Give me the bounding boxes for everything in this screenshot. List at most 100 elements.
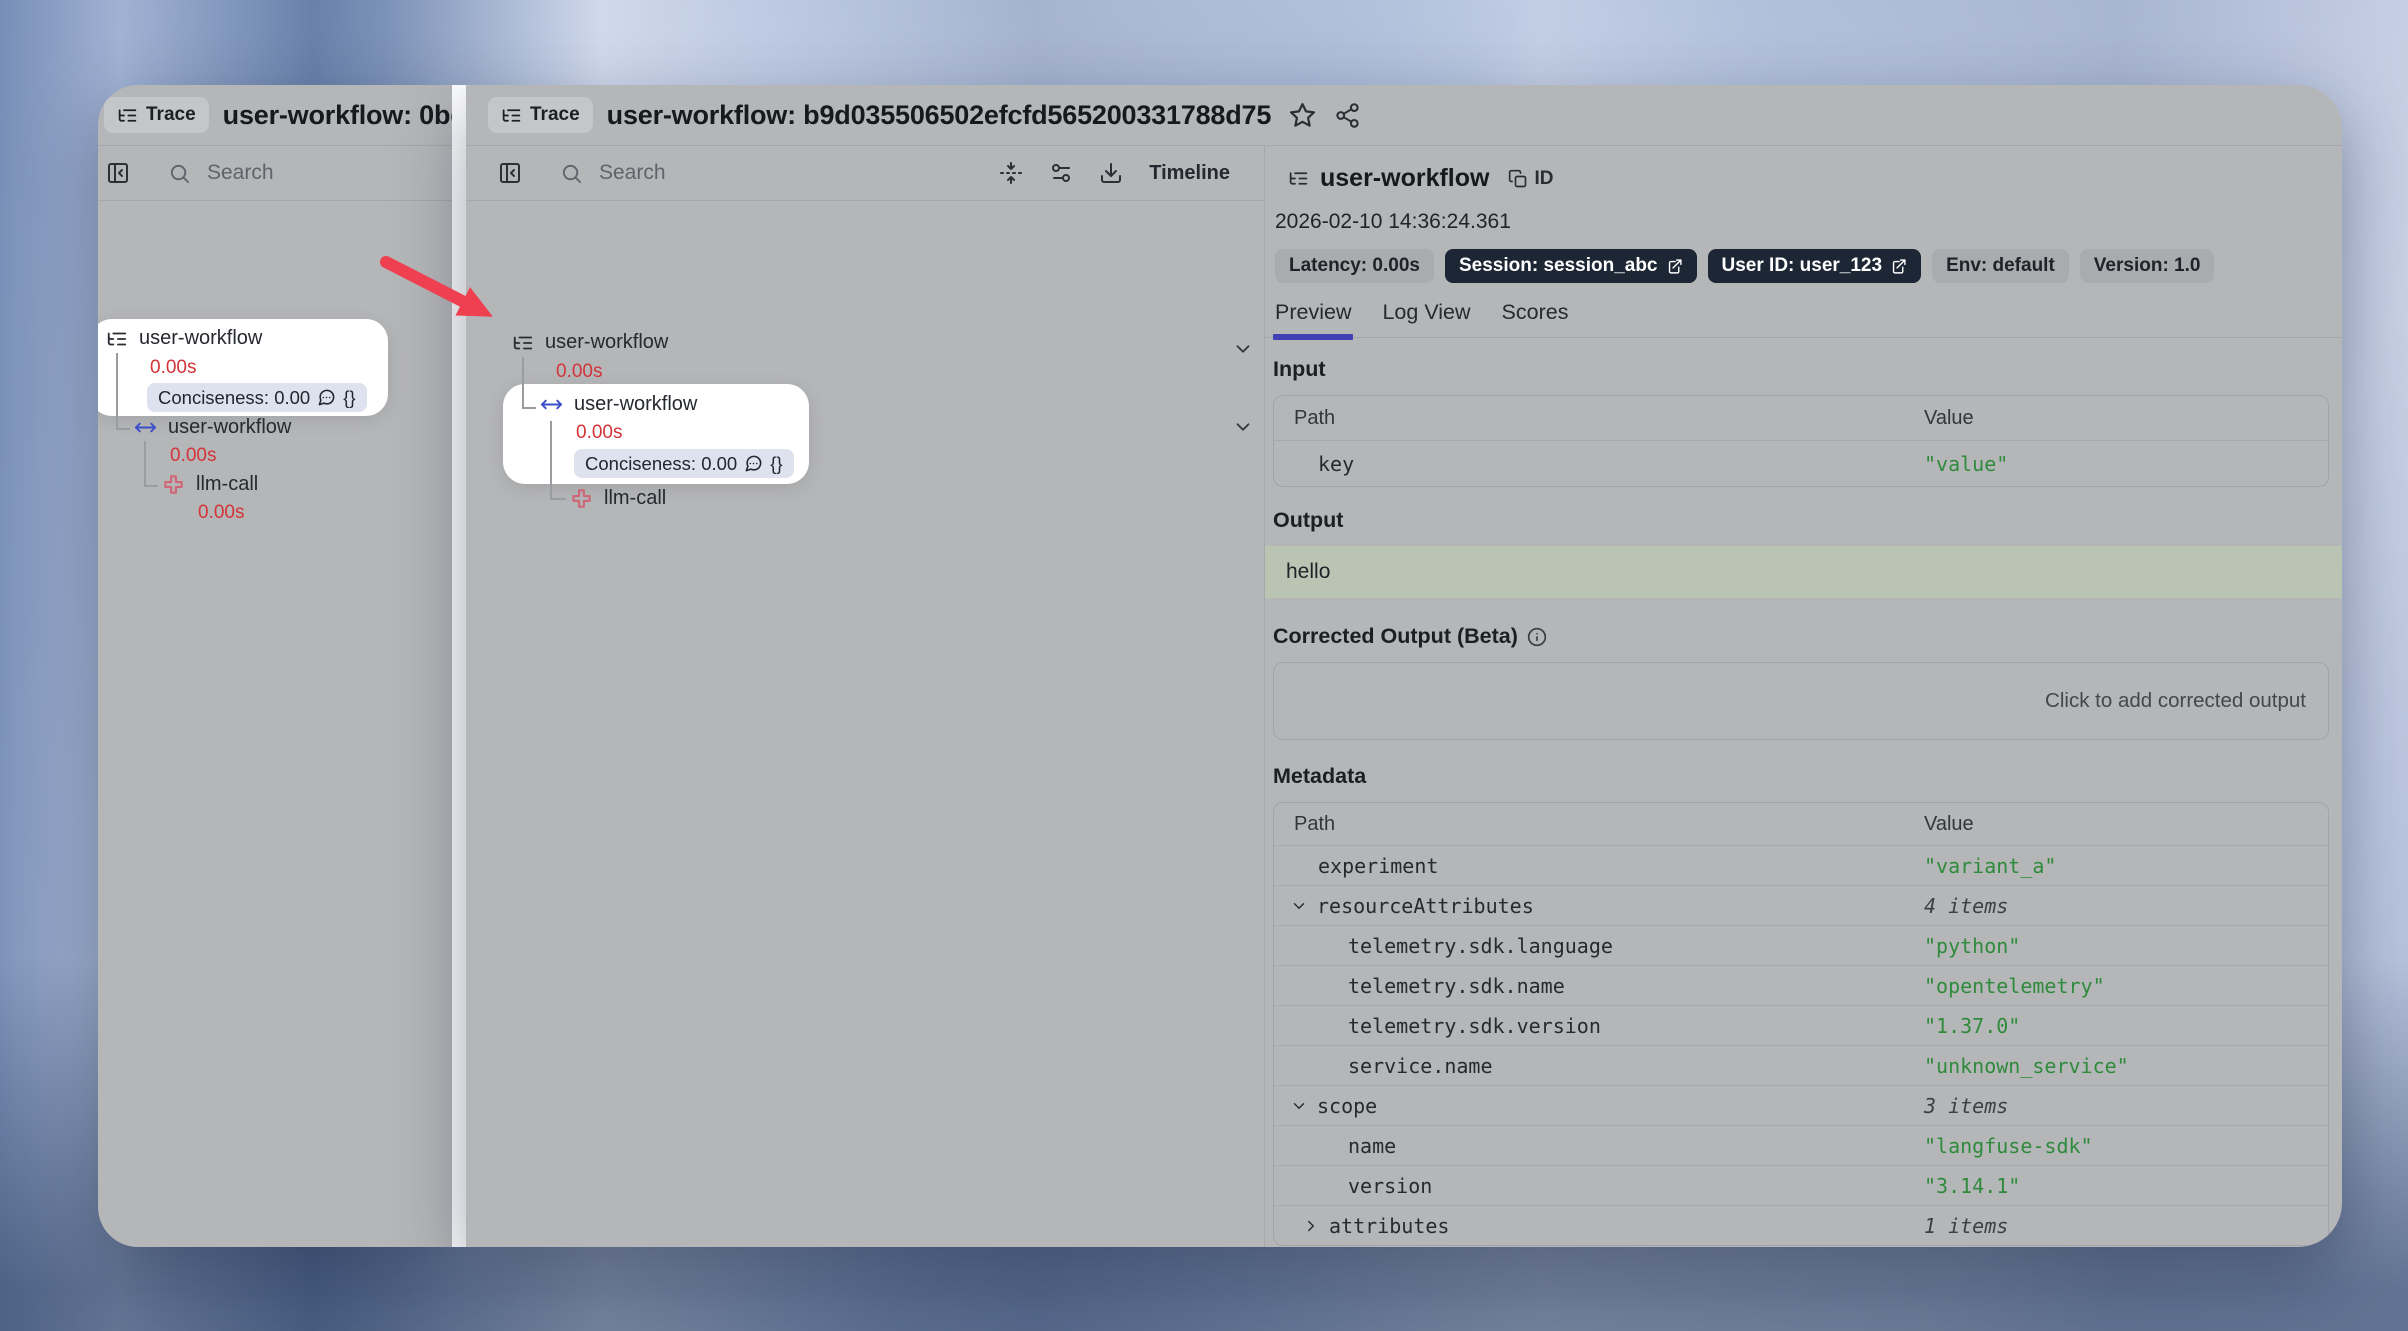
score-types: {} [770, 453, 782, 475]
copy-icon [1508, 169, 1528, 189]
tree-node-child[interactable]: user-workflow [134, 416, 291, 439]
output-value-band: hello [1265, 546, 2342, 598]
search-icon [168, 162, 191, 185]
output-heading: Output [1273, 508, 2342, 533]
generation-plus-icon [570, 487, 593, 510]
table-row[interactable]: name "langfuse-sdk" [1274, 1125, 2328, 1165]
panel-collapse-icon[interactable] [498, 161, 522, 185]
titlebar: Trace user-workflow: 0bde [98, 85, 452, 146]
corrected-output-heading: Corrected Output (Beta) [1273, 624, 2342, 649]
metadata-path: attributes [1329, 1214, 1449, 1238]
span-duration: 0.00s [170, 445, 216, 467]
chevron-right-icon[interactable] [1302, 1217, 1320, 1235]
input-value: "value" [1924, 452, 2328, 476]
score-badge[interactable]: Conciseness: 0.00 {} [147, 383, 367, 412]
metadata-path: version [1274, 1174, 1924, 1198]
list-tree-icon [106, 328, 128, 350]
metadata-path: experiment [1274, 854, 1924, 878]
table-row[interactable]: attributes 1 items [1274, 1205, 2328, 1245]
tab-preview[interactable]: Preview [1273, 300, 1353, 337]
main-trace-window: Trace user-workflow: b9d035506502efcfd56… [466, 85, 2342, 1247]
table-row[interactable]: scope 3 items [1274, 1085, 2328, 1125]
copy-id-button[interactable]: ID [1508, 168, 1553, 190]
window-title: user-workflow: b9d035506502efcfd56520033… [607, 100, 1272, 131]
table-row[interactable]: key "value" [1274, 440, 2328, 486]
span-name: llm-call [604, 487, 666, 510]
info-icon [1527, 627, 1547, 647]
search-input[interactable]: Search [168, 161, 274, 185]
share-icon[interactable] [1334, 102, 1361, 129]
env-badge: Env: default [1932, 249, 2069, 283]
tree-connector [522, 357, 524, 408]
panel-collapse-icon[interactable] [106, 161, 130, 185]
table-row[interactable]: service.name "unknown_service" [1274, 1045, 2328, 1085]
chevron-down-icon[interactable] [1290, 897, 1308, 915]
metadata-value: "opentelemetry" [1924, 974, 2328, 998]
table-row[interactable]: telemetry.sdk.language "python" [1274, 925, 2328, 965]
corrected-output-label: Corrected Output (Beta) [1273, 624, 1518, 649]
chevron-down-icon[interactable] [1290, 1097, 1308, 1115]
column-path: Path [1274, 407, 1924, 430]
column-value: Value [1924, 407, 2328, 430]
table-row[interactable]: experiment "variant_a" [1274, 845, 2328, 885]
table-row[interactable]: resourceAttributes 4 items [1274, 885, 2328, 925]
id-label: ID [1534, 168, 1553, 190]
span-move-horizontal-icon [134, 416, 157, 439]
trace-tree-panel: Search Timeline [466, 146, 1265, 1247]
download-icon[interactable] [1099, 161, 1123, 185]
external-link-icon [1666, 258, 1683, 275]
metadata-value: "unknown_service" [1924, 1054, 2328, 1078]
metadata-value: "3.14.1" [1924, 1174, 2328, 1198]
trace-badge-label: Trace [530, 104, 580, 126]
tab-log-view[interactable]: Log View [1380, 300, 1472, 337]
tab-scores[interactable]: Scores [1500, 300, 1571, 337]
tree-node-child[interactable]: user-workflow [540, 393, 697, 416]
metadata-value: 3 items [1924, 1094, 2328, 1118]
input-heading: Input [1273, 357, 2342, 382]
trace-type-badge: Trace [104, 97, 209, 133]
tree-node-leaf[interactable]: llm-call [162, 473, 258, 496]
table-row[interactable]: version "3.14.1" [1274, 1165, 2328, 1205]
tree-node-root[interactable]: user-workflow [512, 331, 668, 354]
trace-timestamp: 2026-02-10 14:36:24.361 [1275, 210, 2342, 234]
table-row[interactable]: telemetry.sdk.version "1.37.0" [1274, 1005, 2328, 1045]
metadata-path: name [1274, 1134, 1924, 1158]
span-duration: 0.00s [576, 422, 622, 444]
metadata-path: resourceAttributes [1317, 894, 1534, 918]
chevron-down-icon[interactable] [1232, 416, 1254, 438]
input-path: key [1274, 452, 1924, 476]
user-id-badge[interactable]: User ID: user_123 [1708, 249, 1922, 283]
settings-sliders-icon[interactable] [1049, 161, 1073, 185]
favorite-star-icon[interactable] [1288, 101, 1317, 130]
metadata-path: telemetry.sdk.version [1274, 1014, 1924, 1038]
table-row[interactable]: telemetry.sdk.name "opentelemetry" [1274, 965, 2328, 1005]
corrected-output-box[interactable]: Click to add corrected output [1273, 662, 2329, 740]
metadata-value: "1.37.0" [1924, 1014, 2328, 1038]
score-badge[interactable]: Conciseness: 0.00 {} [574, 449, 794, 478]
span-name: user-workflow [168, 416, 291, 439]
session-badge[interactable]: Session: session_abc [1445, 249, 1697, 283]
trace-tree: user-workflow 0.00s user-workflow 0.00s … [466, 201, 1264, 1101]
window-title: user-workflow: 0bde [223, 100, 452, 131]
fold-vertical-icon[interactable] [999, 161, 1023, 185]
tree-node-leaf[interactable]: llm-call [570, 487, 666, 510]
latency-badge: Latency: 0.00s [1275, 249, 1434, 283]
comment-bubble-icon [317, 388, 336, 407]
metadata-value: 4 items [1924, 894, 2328, 918]
metadata-table: Path Value experiment "variant_a" resour… [1273, 802, 2329, 1246]
span-move-horizontal-icon [540, 393, 563, 416]
user-id-badge-label: User ID: user_123 [1722, 255, 1883, 277]
timeline-toggle[interactable]: Timeline [1149, 162, 1230, 185]
chevron-down-icon[interactable] [1232, 338, 1254, 360]
tree-connector [144, 441, 146, 486]
tree-node-root[interactable]: user-workflow [106, 327, 262, 350]
external-link-icon [1890, 258, 1907, 275]
version-badge: Version: 1.0 [2080, 249, 2215, 283]
metadata-path: scope [1317, 1094, 1377, 1118]
search-input[interactable]: Search [560, 161, 666, 185]
session-badge-label: Session: session_abc [1459, 255, 1658, 277]
tree-toolbar: Search Timeline [466, 146, 1264, 201]
output-value: hello [1286, 560, 1330, 584]
search-placeholder: Search [599, 161, 666, 185]
tree-connector [116, 428, 130, 430]
